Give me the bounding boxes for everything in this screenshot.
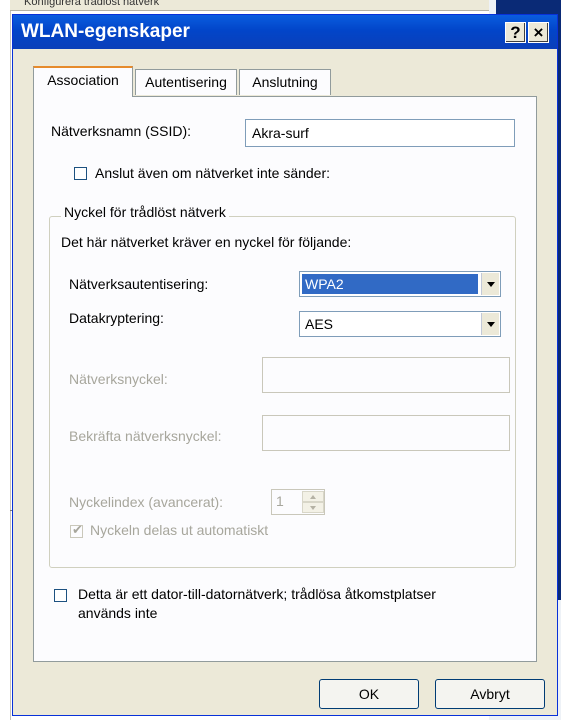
network-auth-label: Nätverksautentisering: bbox=[69, 276, 209, 292]
tab-autentisering[interactable]: Autentisering bbox=[135, 69, 237, 95]
confirm-key-input[interactable] bbox=[262, 415, 510, 451]
chevron-down-icon[interactable] bbox=[481, 273, 499, 295]
auto-key-label: Nyckeln delas ut automatiskt bbox=[90, 522, 269, 538]
encryption-label: Datakryptering: bbox=[69, 310, 164, 326]
background-window-top: Konfigurera trådlöst nätverk bbox=[10, 0, 490, 11]
network-auth-value: WPA2 bbox=[302, 274, 478, 294]
help-button[interactable]: ? bbox=[505, 22, 526, 43]
close-button[interactable]: × bbox=[528, 22, 549, 43]
adhoc-label-line2: används inte bbox=[78, 605, 158, 621]
network-key-label: Nätverksnyckel: bbox=[69, 371, 168, 387]
encryption-value: AES bbox=[305, 316, 334, 332]
background-title-text: Konfigurera trådlöst nätverk bbox=[24, 0, 160, 8]
background-window-left bbox=[0, 0, 11, 720]
dialog-title: WLAN-egenskaper bbox=[21, 21, 190, 42]
title-bar[interactable]: WLAN-egenskaper ? × bbox=[13, 15, 557, 49]
tab-anslutning[interactable]: Anslutning bbox=[239, 69, 331, 95]
wireless-key-group-title: Nyckel för trådlöst nätverk bbox=[61, 204, 229, 220]
ok-button[interactable]: OK bbox=[319, 679, 419, 709]
auto-key-checkbox[interactable]: ✔ bbox=[70, 522, 83, 538]
confirm-key-label: Bekräfta nätverksnyckel: bbox=[69, 428, 222, 444]
encryption-select[interactable]: AES bbox=[299, 311, 501, 337]
adhoc-checkbox[interactable] bbox=[54, 589, 67, 602]
ssid-label: Nätverksnamn (SSID): bbox=[51, 123, 192, 139]
network-key-input[interactable] bbox=[262, 357, 510, 393]
broadcast-checkbox[interactable] bbox=[74, 167, 87, 180]
broadcast-checkbox-label: Anslut även om nätverket inte sänder: bbox=[95, 165, 331, 181]
spin-up-icon[interactable] bbox=[302, 491, 324, 502]
chevron-down-icon[interactable] bbox=[481, 313, 499, 335]
key-index-label: Nyckelindex (avancerat): bbox=[69, 494, 224, 510]
network-auth-select[interactable]: WPA2 bbox=[299, 271, 501, 297]
cancel-button[interactable]: Avbryt bbox=[435, 679, 545, 709]
key-index-stepper[interactable]: 1 bbox=[271, 489, 325, 515]
tab-association[interactable]: Association bbox=[33, 66, 133, 97]
wlan-properties-dialog: WLAN-egenskaper ? × Association Autentis… bbox=[12, 14, 558, 716]
key-index-value: 1 bbox=[276, 493, 284, 509]
ssid-input[interactable]: Akra-surf bbox=[245, 119, 515, 147]
spin-down-icon[interactable] bbox=[302, 502, 324, 513]
adhoc-label-line1: Detta är ett dator-till-datornätverk; tr… bbox=[78, 586, 436, 602]
checkmark-icon: ✔ bbox=[72, 522, 83, 537]
key-requirement-text: Det här nätverket kräver en nyckel för f… bbox=[61, 234, 352, 250]
